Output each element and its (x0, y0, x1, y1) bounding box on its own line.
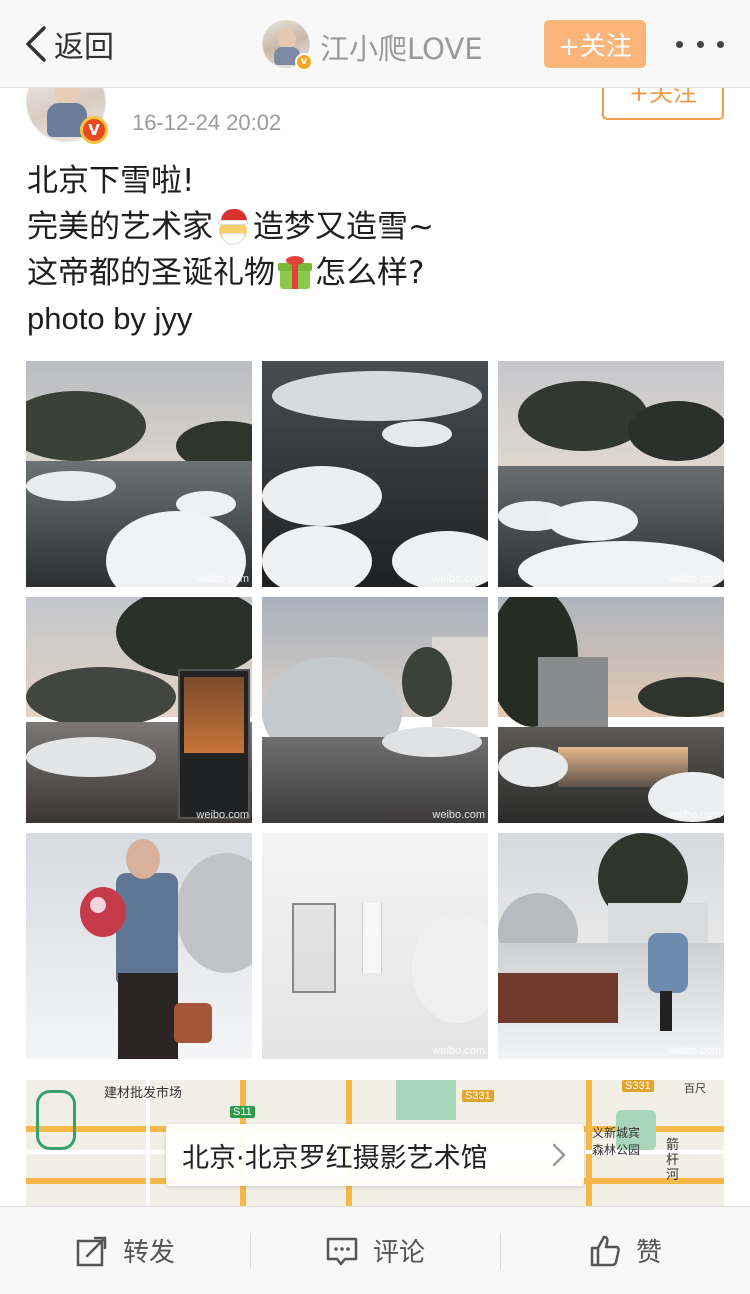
comment-button[interactable]: 评论 (250, 1207, 500, 1294)
post-text: 北京下雪啦! 完美的艺术家 造梦又造雪~ 这帝都的圣诞礼物 怎么样? photo… (27, 158, 727, 342)
post-line: 完美的艺术家 造梦又造雪~ (27, 209, 434, 245)
verified-badge-icon: v (295, 53, 313, 71)
location-label: 北京·北京罗红摄影艺术馆 (182, 1142, 488, 1174)
nav-follow-button[interactable]: +关注 (544, 20, 646, 68)
post-line: 这帝都的圣诞礼物 怎么样? (27, 255, 425, 291)
map-label: 建材批发市场 (104, 1086, 183, 1101)
photo-thumbnail-7[interactable] (26, 833, 252, 1059)
photo-thumbnail-9[interactable]: weibo.com (498, 833, 724, 1059)
repost-label: 转发 (122, 1238, 175, 1268)
back-label: 返回 (54, 30, 114, 65)
location-map[interactable]: 建材批发市场 S11 S331 S331 百尺 义新城宾 森林公园 箭杆河 北京… (26, 1080, 724, 1206)
map-label: 箭杆河 (666, 1138, 680, 1183)
gift-emoji-icon (277, 255, 313, 291)
back-button[interactable]: 返回 (22, 22, 114, 66)
comment-label: 评论 (372, 1238, 425, 1268)
photo-thumbnail-1[interactable]: weibo.com (26, 361, 252, 587)
like-label: 赞 (635, 1238, 662, 1268)
map-label: 百尺 (684, 1082, 706, 1095)
map-road-shield: S331 (462, 1090, 494, 1102)
map-road-shield: S11 (230, 1106, 255, 1118)
comment-icon (326, 1237, 358, 1265)
photo-thumbnail-4[interactable]: weibo.com (26, 597, 252, 823)
photo-thumbnail-5[interactable]: weibo.com (262, 597, 488, 823)
photo-thumbnail-2[interactable]: weibo.com (262, 361, 488, 587)
more-options-icon[interactable] (676, 30, 724, 58)
top-nav-bar: 返回 v 江小爬LOVE +关注 (0, 0, 750, 88)
chevron-right-icon (552, 1143, 566, 1167)
nav-avatar[interactable]: v (262, 20, 313, 71)
repost-icon (76, 1236, 107, 1266)
post-line: 北京下雪啦! (27, 163, 195, 199)
repost-button[interactable]: 转发 (0, 1207, 250, 1294)
photo-thumbnail-8[interactable]: weibo.com (262, 833, 488, 1059)
photo-watermark: weibo.com (196, 573, 249, 585)
bottom-toolbar: 转发 评论 赞 (0, 1206, 750, 1294)
photo-thumbnail-6[interactable]: weibo.com (498, 597, 724, 823)
verified-v-icon: V (80, 116, 108, 144)
like-button[interactable]: 赞 (500, 1207, 750, 1294)
santa-emoji-icon (215, 209, 251, 245)
chevron-left-icon (26, 26, 46, 62)
photo-thumbnail-3[interactable]: weibo.com (498, 361, 724, 587)
location-pill[interactable]: 北京·北京罗红摄影艺术馆 (166, 1124, 584, 1186)
post-line: photo by jyy (27, 301, 193, 336)
thumbs-up-icon (590, 1235, 620, 1266)
nav-username[interactable]: 江小爬LOVE (320, 26, 483, 68)
map-road-shield: S331 (622, 1080, 654, 1092)
post-timestamp: 16-12-24 20:02 (132, 110, 282, 135)
map-label: 义新城宾 森林公园 (592, 1126, 641, 1157)
